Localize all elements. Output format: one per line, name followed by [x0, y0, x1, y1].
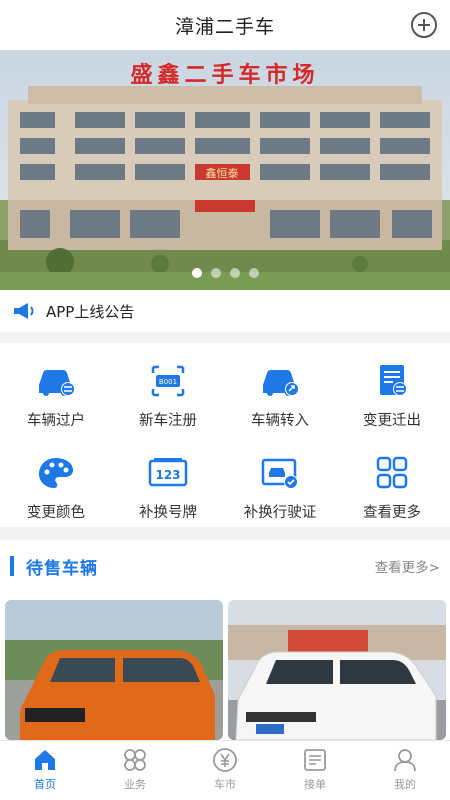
- services-grid: 车辆过户 B001 新车注册 车辆转入 变更迁出 变更颜色 123 补换号牌 补…: [0, 343, 450, 527]
- service-label: 补换行驶证: [243, 505, 317, 521]
- carousel-dot[interactable]: [229, 268, 240, 278]
- car-photo: [5, 600, 223, 740]
- service-label: 补换号牌: [139, 505, 197, 521]
- section-title: 待售车辆: [26, 558, 98, 579]
- service-new-registration[interactable]: B001 新车注册: [112, 343, 224, 435]
- palette-icon: [39, 458, 73, 488]
- facade-sign: 鑫恒泰: [206, 166, 239, 180]
- service-label: 查看更多: [363, 505, 421, 521]
- car-card[interactable]: [5, 600, 223, 740]
- service-label: 车辆转入: [251, 413, 309, 429]
- bottom-tab-bar: 首页 业务 车市 接单 我的: [0, 740, 450, 800]
- grid-icon: [376, 456, 408, 489]
- car-transfer-icon: [39, 370, 75, 396]
- service-replace-plate[interactable]: 123 补换号牌: [112, 435, 224, 527]
- svg-text:123: 123: [155, 468, 180, 482]
- page-title: 漳浦二手车: [174, 15, 275, 38]
- service-label: 变更迁出: [363, 413, 421, 429]
- service-label: 车辆过户: [27, 413, 85, 429]
- roof-sign: 盛鑫二手车市场: [130, 62, 319, 88]
- tab-home[interactable]: 首页: [0, 741, 90, 800]
- section-header: 待售车辆 查看更多>: [0, 540, 450, 592]
- announcement-bar[interactable]: APP上线公告: [0, 290, 450, 332]
- tab-car-market[interactable]: 车市: [180, 741, 270, 800]
- service-transfer-out[interactable]: 变更迁出: [336, 343, 448, 435]
- banner-image: 鑫恒泰 盛鑫二手车市场: [0, 50, 450, 290]
- for-sale-section: 待售车辆 查看更多>: [0, 540, 450, 740]
- tab-label: 接单: [304, 778, 326, 791]
- tab-label: 首页: [34, 778, 56, 791]
- carousel-dot[interactable]: [191, 268, 202, 278]
- car-card[interactable]: [228, 600, 446, 740]
- license-card-icon: [261, 458, 298, 489]
- car-photo: [228, 600, 446, 740]
- carousel-dots[interactable]: [0, 268, 450, 278]
- service-car-import[interactable]: 车辆转入: [224, 343, 336, 435]
- banner-carousel[interactable]: 鑫恒泰 盛鑫二手车市场: [0, 50, 450, 290]
- business-icon: [124, 749, 146, 771]
- document-transfer-icon: [380, 365, 407, 396]
- service-label: 新车注册: [139, 413, 197, 429]
- announcement-text: APP上线公告: [46, 302, 135, 321]
- svg-text:B001: B001: [159, 378, 177, 386]
- section-accent-bar: [10, 556, 14, 576]
- service-change-color[interactable]: 变更颜色: [0, 435, 112, 527]
- car-import-icon: [263, 370, 299, 396]
- service-view-more[interactable]: 查看更多: [336, 435, 448, 527]
- user-icon: [394, 749, 416, 772]
- home-icon: [35, 750, 55, 770]
- service-car-transfer[interactable]: 车辆过户: [0, 343, 112, 435]
- tab-orders[interactable]: 接单: [270, 741, 360, 800]
- service-replace-license[interactable]: 补换行驶证: [224, 435, 336, 527]
- carousel-dot[interactable]: [248, 268, 259, 278]
- number-plate-icon: 123: [148, 458, 188, 487]
- tab-label: 我的: [394, 778, 416, 791]
- tab-business[interactable]: 业务: [90, 741, 180, 800]
- service-label: 变更颜色: [27, 505, 85, 521]
- plus-circle-icon[interactable]: [411, 12, 437, 38]
- carousel-dot[interactable]: [210, 268, 221, 278]
- tab-label: 业务: [124, 778, 146, 791]
- plate-scan-icon: B001: [151, 365, 185, 397]
- tab-profile[interactable]: 我的: [360, 741, 450, 800]
- megaphone-icon: [14, 303, 34, 319]
- tab-label: 车市: [214, 778, 236, 791]
- app-header: 漳浦二手车: [0, 0, 450, 50]
- yuan-icon: [213, 748, 237, 772]
- view-more-link[interactable]: 查看更多>: [375, 556, 440, 576]
- order-icon: [304, 749, 326, 771]
